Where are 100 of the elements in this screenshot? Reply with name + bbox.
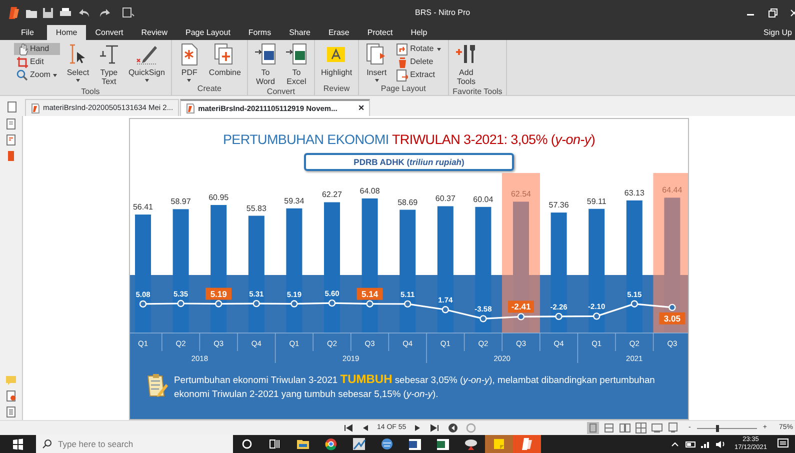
- continuous-icon[interactable]: [602, 422, 615, 434]
- caret-icon: [52, 72, 58, 78]
- menu-tab[interactable]: Page Layout: [176, 25, 240, 40]
- data-point: [404, 300, 412, 308]
- rotate-icon: [396, 42, 408, 56]
- attachment-icon[interactable]: [5, 150, 17, 162]
- toolbar-button[interactable]: Extract: [394, 69, 444, 81]
- battery-icon[interactable]: [685, 439, 696, 449]
- slide-title: PERTUMBUHAN EKONOMI TRIWULAN 3-2021: 3,05% (y-on-y): [222, 131, 596, 149]
- word-icon[interactable]: [408, 437, 422, 451]
- task-view-icon[interactable]: [268, 437, 282, 451]
- line-chart-icon[interactable]: [352, 437, 366, 451]
- wifi-icon[interactable]: [700, 439, 712, 449]
- menu-tab[interactable]: File: [12, 25, 43, 40]
- close-icon[interactable]: [789, 6, 795, 18]
- toolbar-button[interactable]: To Excel: [282, 43, 310, 86]
- slider-thumb[interactable]: [716, 424, 719, 432]
- data-point: [593, 312, 600, 320]
- menu-tab[interactable]: Share: [280, 25, 320, 40]
- toolbar-button[interactable]: To Word: [252, 43, 279, 86]
- bar-value-label: 60.04: [473, 194, 494, 204]
- bar-value-label: 56.41: [132, 202, 154, 212]
- chart-subtitle: PDRB ADHK (triliun rupiah): [304, 153, 514, 171]
- excel-icon[interactable]: [436, 437, 450, 451]
- bar-value-label: 60.37: [435, 194, 456, 204]
- menu-tab[interactable]: Convert: [86, 25, 132, 40]
- single-page-icon[interactable]: [586, 422, 599, 434]
- close-tab-button[interactable]: ×: [358, 101, 364, 116]
- toolbar-button[interactable]: Insert: [363, 43, 390, 83]
- caret-icon: [74, 77, 81, 83]
- data-label: 5.14: [362, 288, 378, 299]
- bookmarks-icon[interactable]: [5, 134, 17, 146]
- toolbar-button[interactable]: Type Text: [95, 43, 122, 86]
- data-label: 5.19: [210, 288, 228, 299]
- word-document-icon: [254, 43, 277, 66]
- toolbar-button[interactable]: Delete: [394, 56, 444, 68]
- sticky-note-icon[interactable]: [492, 437, 506, 451]
- first-page-icon[interactable]: [343, 423, 353, 433]
- toolbar-button[interactable]: QuickSign: [126, 43, 167, 86]
- highlighted-value-label: 5.19: [206, 288, 232, 300]
- text-tool-icon: [97, 43, 120, 66]
- data-point: [290, 300, 298, 308]
- page-icon[interactable]: [6, 100, 18, 114]
- cortana-icon[interactable]: [240, 437, 254, 451]
- app-logo-icon[interactable]: [520, 437, 534, 451]
- menu-tab[interactable]: Help: [402, 25, 436, 40]
- toolbar-button[interactable]: Rotate: [394, 43, 444, 55]
- bar-value-label: 59.34: [284, 196, 304, 206]
- menu-tab[interactable]: Home: [46, 25, 86, 40]
- group-label: Tools: [80, 86, 101, 98]
- sign-up-link[interactable]: Sign Up: [754, 25, 795, 40]
- windows-start-icon[interactable]: [12, 438, 24, 450]
- toolbar-button[interactable]: Hand: [14, 43, 60, 55]
- bar-value-label: 64.44: [662, 186, 682, 195]
- toolbar-button[interactable]: Combine: [206, 43, 243, 83]
- pdf-file-icon: [186, 103, 196, 114]
- print-icon[interactable]: [59, 6, 73, 19]
- facing-pages-icon[interactable]: [618, 422, 631, 434]
- data-point: [480, 315, 487, 322]
- restore-icon[interactable]: [767, 6, 779, 18]
- fullscreen-icon[interactable]: [650, 422, 663, 434]
- presentation-icon[interactable]: [666, 422, 679, 434]
- menu-tab[interactable]: Review: [132, 25, 176, 40]
- next-page-icon[interactable]: [414, 423, 422, 433]
- signatures-icon[interactable]: [5, 390, 17, 402]
- menu-tab[interactable]: Protect: [358, 25, 402, 40]
- crop-icon: [16, 56, 28, 68]
- toolbar-button[interactable]: PDF: [176, 43, 203, 83]
- bar-value-label: 58.97: [170, 197, 191, 206]
- group-label: Page Layout: [380, 83, 427, 95]
- redo-icon[interactable]: [99, 6, 113, 19]
- last-page-icon[interactable]: [430, 423, 440, 433]
- data-label: 3.05: [664, 313, 681, 324]
- menu-tab[interactable]: Erase: [319, 25, 358, 40]
- notification-icon[interactable]: [777, 438, 789, 450]
- previous-page-icon[interactable]: [361, 423, 369, 433]
- data-point: [215, 300, 222, 308]
- toolbar-button[interactable]: Zoom: [14, 69, 60, 81]
- globe-icon[interactable]: [380, 437, 394, 451]
- bar-value-label: 57.36: [548, 200, 569, 210]
- grid-icon[interactable]: [634, 422, 647, 434]
- back-icon[interactable]: [448, 423, 458, 433]
- group-label: Create: [196, 83, 222, 95]
- volume-icon[interactable]: [715, 439, 726, 449]
- menu-tab[interactable]: Forms: [239, 25, 280, 40]
- document-icon[interactable]: [122, 6, 136, 19]
- save-icon[interactable]: [42, 6, 56, 19]
- toolbar-button[interactable]: Select: [64, 43, 92, 86]
- excel-document-icon: [284, 43, 308, 66]
- data-point: [177, 300, 184, 308]
- toolbar-button[interactable]: Highlight: [318, 43, 354, 83]
- folder-icon[interactable]: [296, 437, 310, 451]
- toolbar-button[interactable]: Add Tools: [452, 43, 480, 86]
- caret-icon: [436, 46, 442, 52]
- fields-icon[interactable]: [5, 406, 17, 418]
- zoom-slider[interactable]: [696, 424, 757, 432]
- toolbar-button[interactable]: Edit: [14, 56, 60, 68]
- browser-icon[interactable]: [324, 437, 338, 451]
- bar-value-label: 59.11: [586, 196, 606, 206]
- pages-icon[interactable]: [5, 118, 17, 130]
